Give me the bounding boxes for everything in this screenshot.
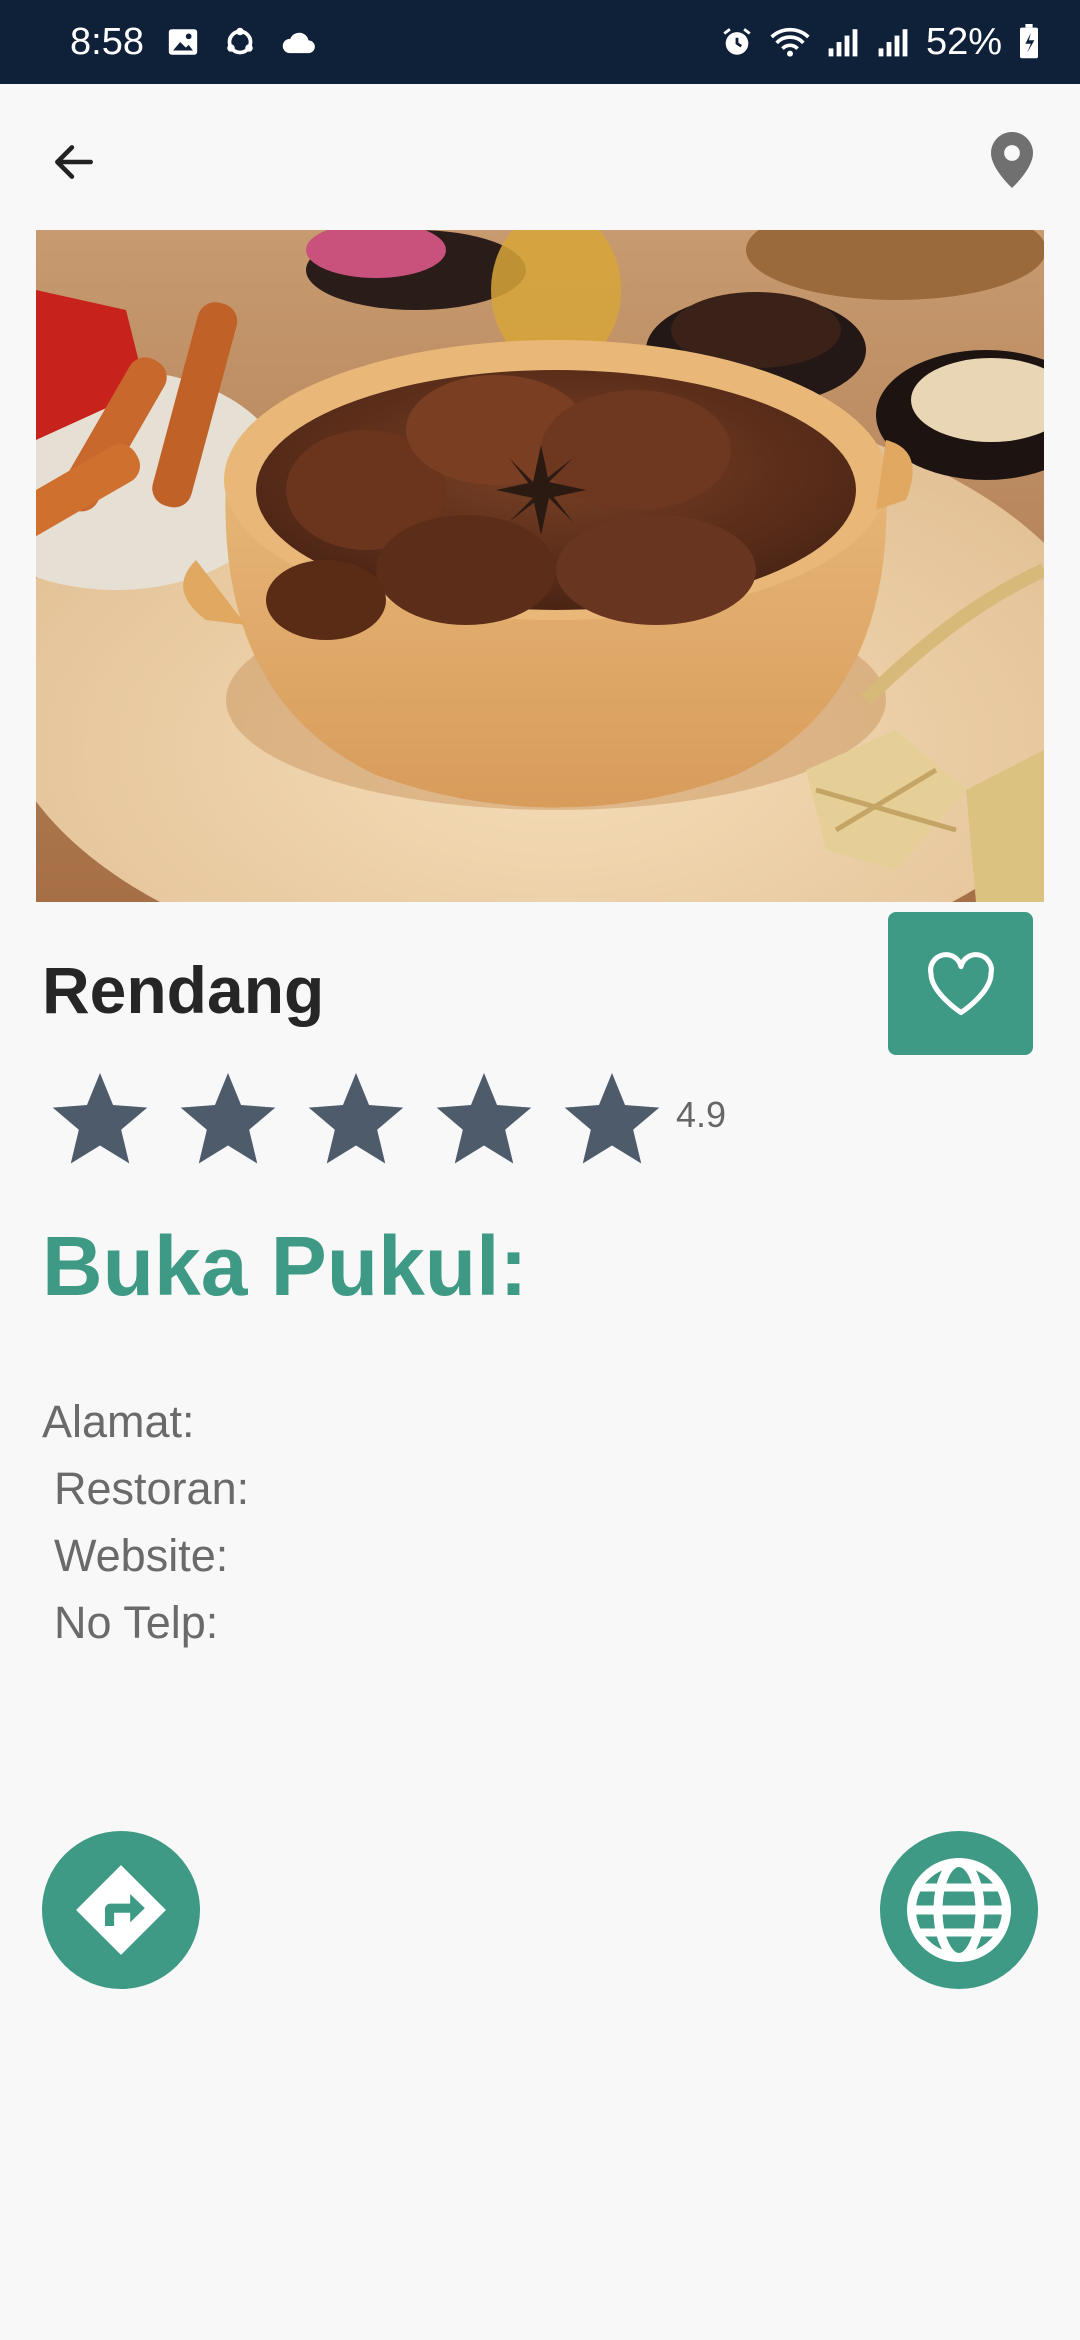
- star-icon[interactable]: [302, 1066, 410, 1170]
- website-button[interactable]: [880, 1831, 1038, 1989]
- signal-icon: [876, 26, 910, 58]
- globe-icon: [907, 1858, 1011, 1962]
- status-time: 8:58: [70, 20, 144, 63]
- star-icon[interactable]: [174, 1066, 282, 1170]
- website-label: Website:: [54, 1530, 229, 1581]
- star-icon[interactable]: [46, 1066, 154, 1170]
- directions-button[interactable]: [42, 1831, 200, 1989]
- restaurant-info: Alamat: Restoran: Website: No Telp:: [42, 1388, 249, 1656]
- address-label: Alamat:: [42, 1396, 195, 1447]
- star-icon[interactable]: [558, 1066, 666, 1170]
- battery-percent: 52%: [925, 20, 1002, 63]
- wifi-icon: [770, 25, 810, 59]
- star-icon[interactable]: [430, 1066, 538, 1170]
- favorite-button[interactable]: [888, 912, 1033, 1055]
- restaurant-name: Rendang: [42, 953, 325, 1027]
- back-button[interactable]: [38, 126, 110, 198]
- top-app-bar: [0, 84, 1080, 230]
- sync-icon: [222, 24, 258, 60]
- rating-stars: [46, 1066, 666, 1170]
- directions-icon: [76, 1865, 166, 1955]
- arrow-left-icon: [55, 145, 93, 179]
- alarm-icon: [720, 25, 754, 59]
- opening-hours-label: Buka Pukul:: [42, 1219, 528, 1313]
- map-pin-icon: [991, 132, 1033, 188]
- signal-icon: [826, 26, 860, 58]
- restaurant-label: Restoran:: [54, 1463, 250, 1514]
- cloud-icon: [280, 27, 318, 57]
- location-button[interactable]: [976, 124, 1048, 196]
- battery-icon: [1018, 24, 1040, 60]
- heart-icon: [927, 951, 994, 1015]
- rating-value: 4.9: [676, 1094, 727, 1135]
- image-icon: [166, 25, 200, 59]
- food-image: [36, 230, 1044, 902]
- status-bar: 8:58 52%: [0, 0, 1080, 84]
- rating-bar[interactable]: 4.9: [46, 1066, 726, 1170]
- phone-label: No Telp:: [54, 1597, 219, 1648]
